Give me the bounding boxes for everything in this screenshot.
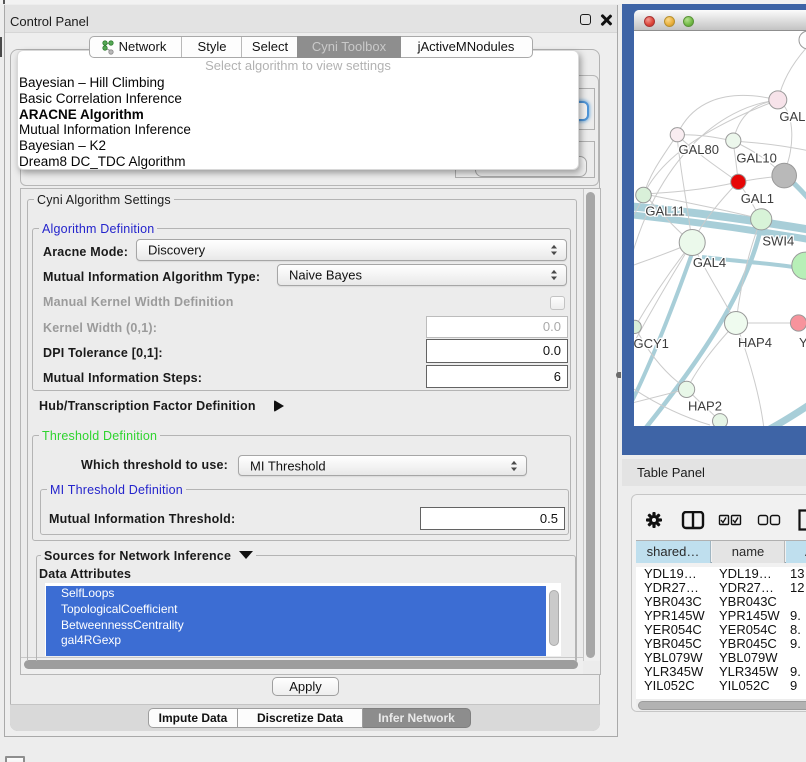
svg-text:GAL10: GAL10 xyxy=(736,151,776,166)
svg-text:HAP2: HAP2 xyxy=(688,399,722,414)
svg-text:Y: Y xyxy=(799,335,806,350)
svg-text:HAP4: HAP4 xyxy=(738,335,772,350)
svg-text:SWI4: SWI4 xyxy=(762,234,794,249)
svg-text:GAL11: GAL11 xyxy=(645,204,685,219)
svg-text:GAL80: GAL80 xyxy=(679,142,719,157)
svg-text:GAL1: GAL1 xyxy=(741,191,774,206)
svg-text:GAL: GAL xyxy=(779,109,805,124)
svg-text:GCY1: GCY1 xyxy=(634,336,669,351)
svg-text:GAL4: GAL4 xyxy=(693,255,726,270)
